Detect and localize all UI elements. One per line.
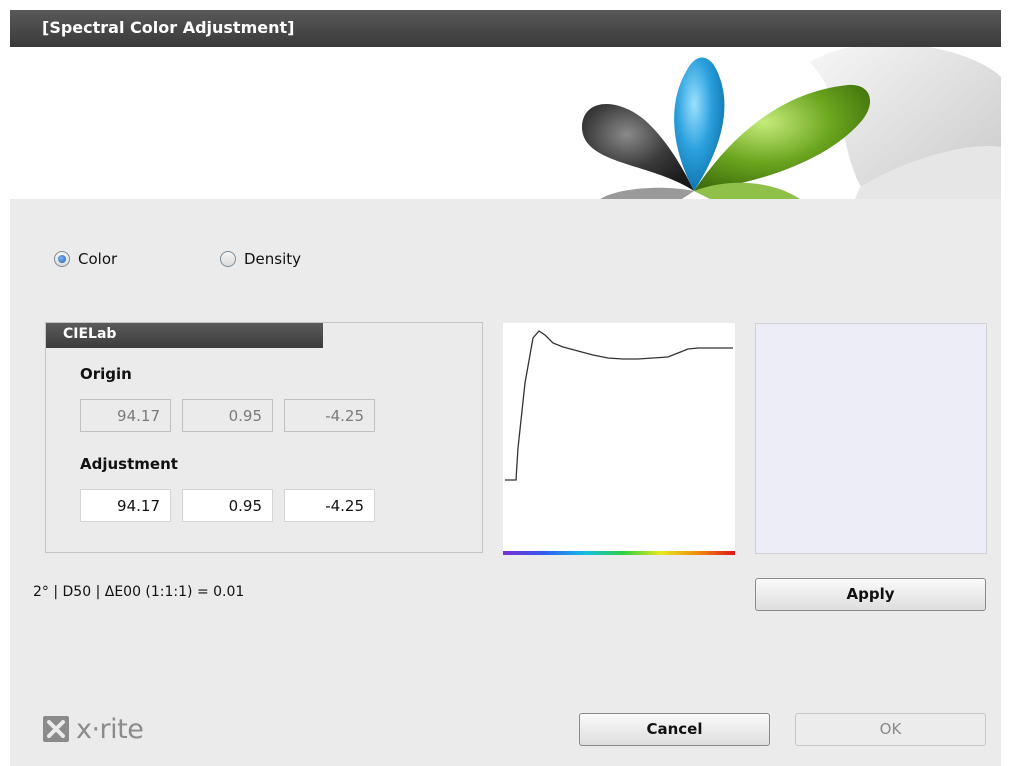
spectrum-bar [503,551,735,555]
cancel-button[interactable]: Cancel [579,713,770,746]
dialog-window: [Spectral Color Adjustment] Color Densit… [10,10,1001,766]
color-radio-option[interactable]: Color [54,250,117,268]
xrite-logo-icon [43,716,69,742]
adjustment-b-input[interactable]: -4.25 [284,489,375,522]
xrite-logo: x·rite [40,713,144,745]
origin-a-field: 0.95 [182,399,273,432]
color-swatch [755,323,987,554]
color-radio-button[interactable] [54,251,70,267]
dark-petal-lower-shape [600,187,694,199]
adjustment-l-input[interactable]: 94.17 [80,489,171,522]
reflectance-curve [505,330,733,481]
origin-l-field: 94.17 [80,399,171,432]
window-title: [Spectral Color Adjustment] [42,18,295,37]
xrite-logo-text: x·rite [76,713,144,745]
density-radio-label[interactable]: Density [244,250,301,268]
delta-e-status: 2° | D50 | ΔE00 (1:1:1) = 0.01 [33,584,245,600]
apply-button[interactable]: Apply [755,578,986,611]
ok-button[interactable]: OK [795,713,986,746]
title-bar[interactable]: [Spectral Color Adjustment] [10,10,1001,47]
cielab-panel: CIELab Origin 94.17 0.95 -4.25 Adjustmen… [45,322,483,553]
origin-label: Origin [80,365,132,383]
origin-b-field: -4.25 [284,399,375,432]
cielab-header: CIELab [46,323,323,348]
adjustment-a-input[interactable]: 0.95 [182,489,273,522]
color-radio-label[interactable]: Color [78,250,117,268]
banner-graphic [10,47,1001,199]
spectral-curve-chart [503,323,735,555]
adjustment-label: Adjustment [80,455,178,473]
density-radio-button[interactable] [220,251,236,267]
density-radio-option[interactable]: Density [220,250,301,268]
